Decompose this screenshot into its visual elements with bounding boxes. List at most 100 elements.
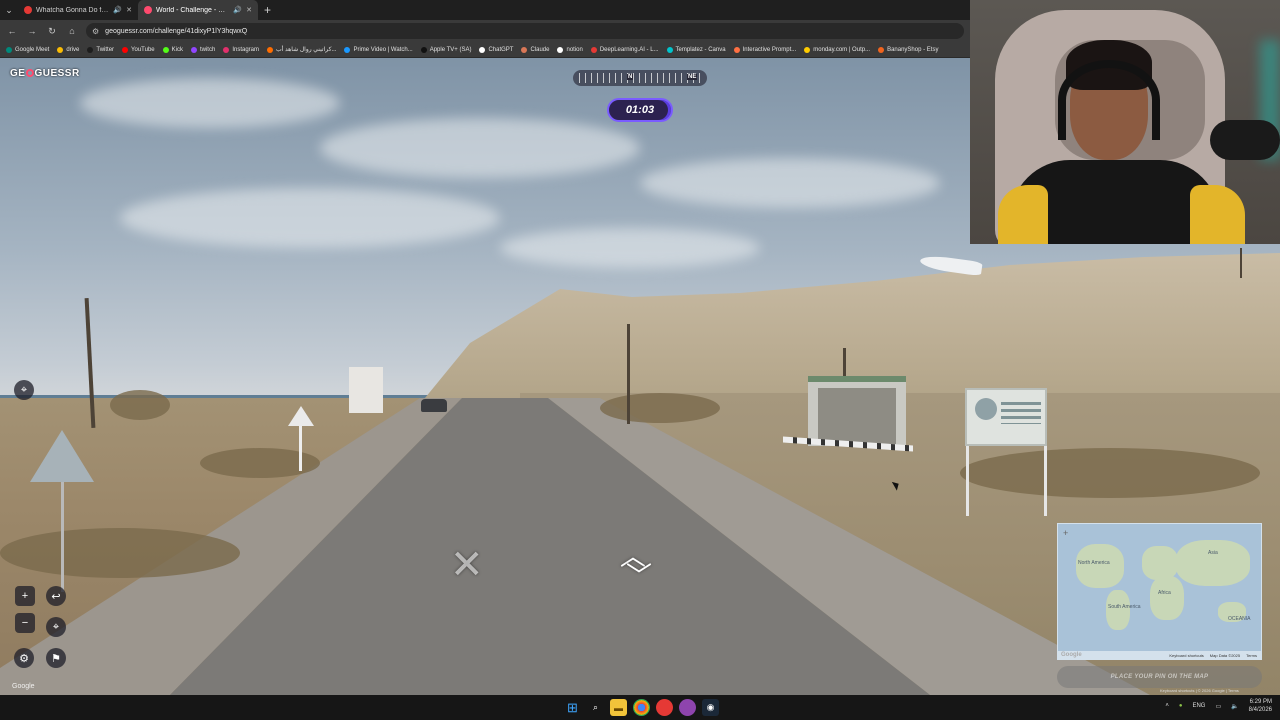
steam-icon[interactable]: ◉ — [702, 699, 719, 716]
guess-map[interactable]: North America South America Asia Africa … — [1057, 523, 1262, 660]
forward-icon[interactable]: → — [26, 26, 38, 36]
compass: N NE — [573, 70, 707, 86]
nvidia-icon[interactable]: ● — [1179, 703, 1183, 709]
north-america-land — [1076, 544, 1124, 588]
map-label: South America — [1108, 604, 1141, 610]
zoom-in-button[interactable]: + — [15, 586, 35, 606]
bookmark-label: Google Meet — [15, 46, 50, 53]
car — [421, 399, 447, 412]
map-expand-icon[interactable]: + — [1063, 528, 1068, 538]
tab-title: Whatcha Gonna Do for Me — [36, 6, 109, 14]
geoguessr-logo[interactable]: GE GUESSR — [10, 68, 80, 79]
bookmark-label: Apple TV+ (SA) — [429, 46, 472, 53]
bookmark-favicon-icon — [162, 46, 169, 53]
bookmark-favicon-icon — [223, 46, 230, 53]
bus-stop — [808, 376, 906, 446]
url-text: geoguessr.com/challenge/41dixyP1lY3hqwxQ — [105, 27, 248, 35]
bookmark-favicon-icon — [420, 46, 427, 53]
cloud — [640, 158, 940, 208]
bookmark-item[interactable]: Google Meet — [6, 46, 50, 53]
bookmark-favicon-icon — [190, 46, 197, 53]
bookmark-item[interactable]: drive — [57, 46, 79, 53]
language-indicator[interactable]: ENG — [1192, 703, 1205, 709]
bookmark-item[interactable]: ChatGPT — [479, 46, 514, 53]
shrub — [600, 393, 720, 423]
bookmark-item[interactable]: Templatez - Canva — [666, 46, 726, 53]
new-tab-button[interactable]: + — [258, 3, 277, 17]
close-tab-icon[interactable]: ✕ — [126, 6, 132, 14]
home-icon[interactable]: ⌂ — [66, 26, 78, 36]
network-icon[interactable]: ▭ — [1215, 703, 1221, 710]
back-icon[interactable]: ← — [6, 26, 18, 36]
site-info-icon[interactable]: ⚙ — [92, 27, 99, 36]
location-marker-icon[interactable]: ⌖ — [14, 380, 34, 400]
compass-north-label: N — [627, 74, 634, 80]
undo-move-icon[interactable]: ↩ — [46, 586, 66, 606]
map-shortcuts-link[interactable]: Keyboard shortcuts — [1169, 653, 1203, 658]
bookmark-favicon-icon — [733, 46, 740, 53]
road-sign-left — [30, 430, 94, 482]
cloud — [120, 188, 500, 248]
bookmark-item[interactable]: notion — [557, 46, 583, 53]
bookmark-item[interactable]: Apple TV+ (SA) — [420, 46, 472, 53]
system-tray: ˄ ● ENG ▭ 🔈 6:29 PM 8/4/2026 — [1165, 698, 1272, 714]
discord-icon[interactable] — [679, 699, 696, 716]
asia-land — [1176, 540, 1250, 586]
clock[interactable]: 6:29 PM 8/4/2026 — [1249, 698, 1272, 714]
volume-icon[interactable]: 🔈 — [1231, 703, 1238, 710]
url-input[interactable]: ⚙ geoguessr.com/challenge/41dixyP1lY3hqw… — [86, 23, 964, 39]
file-explorer-icon[interactable]: ▬ — [610, 699, 627, 716]
browser-tab-active[interactable]: World - Challenge - GeoGu 🔊 ✕ — [138, 0, 258, 20]
taskbar-apps: ⊞ ⌕ ▬ ◉ — [564, 699, 719, 716]
bookmark-item[interactable]: YouTube — [122, 46, 155, 53]
chrome-icon[interactable] — [633, 699, 650, 716]
bookmark-label: BananyShop - Etsy — [887, 46, 939, 53]
bookmark-label: ChatGPT — [488, 46, 514, 53]
roadside-billboard — [965, 388, 1047, 446]
cloud — [80, 78, 340, 128]
bookmark-item[interactable]: Instagram — [223, 46, 259, 53]
bookmark-item[interactable]: monday.com | Outp... — [804, 46, 871, 53]
browser-tab-bar: ⌄ Whatcha Gonna Do for Me 🔊 ✕ World - Ch… — [0, 0, 970, 20]
bookmark-item[interactable]: Twitter — [87, 46, 114, 53]
bookmark-favicon-icon — [87, 46, 94, 53]
utility-pole — [627, 324, 630, 424]
utility-pole — [1240, 248, 1242, 278]
bookmark-item[interactable]: Kick — [162, 46, 183, 53]
bookmark-item[interactable]: Interactive Prompt... — [733, 46, 796, 53]
webcam-overlay — [970, 0, 1280, 244]
reload-icon[interactable]: ↻ — [46, 26, 58, 37]
bookmark-item[interactable]: twitch — [190, 46, 215, 53]
bookmark-item[interactable]: كراتيني روال شاهد أب... — [267, 46, 336, 53]
move-backward-arrow-icon[interactable]: ﹀ — [626, 556, 652, 593]
microphone — [1210, 120, 1280, 160]
clock-date: 8/4/2026 — [1248, 707, 1272, 713]
bookmark-favicon-icon — [6, 46, 12, 53]
place-pin-button[interactable]: PLACE YOUR PIN ON THE MAP — [1057, 666, 1262, 688]
bookmark-item[interactable]: Claude — [521, 46, 549, 53]
browser-tab[interactable]: Whatcha Gonna Do for Me 🔊 ✕ — [18, 0, 138, 20]
map-terms-link[interactable]: Terms — [1246, 653, 1257, 658]
return-to-start-icon[interactable]: ⌖ — [46, 617, 66, 637]
windows-start-icon[interactable]: ⊞ — [564, 699, 581, 716]
settings-gear-icon[interactable]: ⚙ — [14, 648, 34, 668]
search-icon[interactable]: ⌕ — [587, 699, 604, 716]
bookmark-label: monday.com | Outp... — [813, 46, 871, 53]
speaker-icon[interactable]: 🔊 — [233, 6, 242, 14]
bookmarks-bar: Google Meet drive Twitter YouTube Kick twitch… — [0, 42, 970, 58]
bookmark-label: Instagram — [232, 46, 259, 53]
chevron-up-icon[interactable]: ˄ — [1165, 703, 1169, 709]
compass-northeast-label: NE — [687, 74, 698, 80]
bookmark-favicon-icon — [521, 46, 528, 53]
zoom-out-button[interactable]: − — [15, 613, 35, 633]
bookmark-item[interactable]: DeepLearning.AI - L... — [590, 46, 659, 53]
bookmark-item[interactable]: Prime Video | Watch... — [344, 46, 413, 53]
chrome-canary-icon[interactable] — [656, 699, 673, 716]
flag-icon[interactable]: ⚑ — [46, 648, 66, 668]
cloud — [320, 118, 640, 178]
bookmark-item[interactable]: BananyShop - Etsy — [878, 46, 939, 53]
close-tab-icon[interactable]: ✕ — [246, 6, 252, 14]
tab-search-icon[interactable]: ⌄ — [0, 0, 18, 20]
speaker-icon[interactable]: 🔊 — [113, 6, 122, 14]
bookmark-favicon-icon — [804, 46, 811, 53]
